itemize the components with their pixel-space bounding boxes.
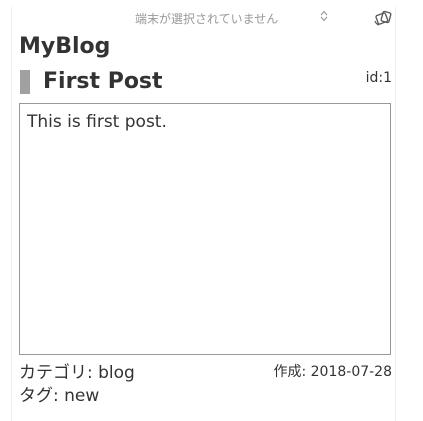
device-select[interactable]: 端末が選択されていません xyxy=(130,9,332,27)
post-meta: カテゴリ: blog タグ: new 作成: 2018-07-28 xyxy=(19,362,392,408)
device-select-value: 端末が選択されていません xyxy=(135,11,279,26)
post-body: This is first post. xyxy=(19,103,391,355)
post-title[interactable]: First Post xyxy=(43,69,163,95)
preview-frame: 端末が選択されていません MyBlog First Post id:1 This… xyxy=(11,7,396,421)
post-id: id:1 xyxy=(365,70,392,86)
select-updown-icon xyxy=(320,10,328,22)
toolbar: 端末が選択されていません xyxy=(12,7,397,29)
post-tag[interactable]: タグ: new xyxy=(19,385,391,408)
blog-title[interactable]: MyBlog xyxy=(19,34,110,60)
post-header: First Post id:1 xyxy=(19,69,392,95)
device-rotate-icon[interactable] xyxy=(372,9,394,27)
post-title-marker xyxy=(20,70,30,94)
post-created-date: 作成: 2018-07-28 xyxy=(273,364,392,380)
post-body-text: This is first post. xyxy=(27,112,167,132)
